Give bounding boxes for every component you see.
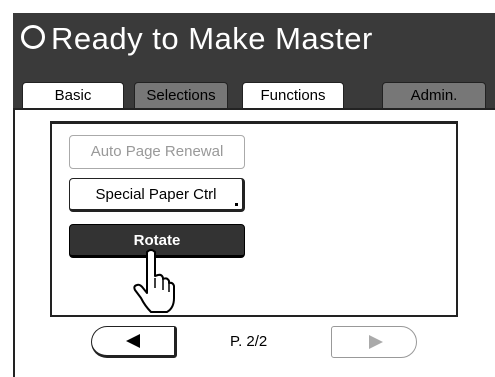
pointing-hand-icon [133,249,175,313]
arrow-right-icon [369,335,383,349]
arrow-left-icon [126,334,140,348]
prev-page-button[interactable] [91,326,177,358]
content-left-border [13,108,15,377]
tab-functions[interactable]: Functions [242,82,344,108]
page-title: Ready to Make Master [51,21,373,56]
functions-panel: Auto Page Renewal Special Paper Ctrl Rot… [50,121,458,317]
tab-admin[interactable]: Admin. [382,82,486,108]
tab-basic[interactable]: Basic [22,82,124,108]
special-paper-ctrl-label: Special Paper Ctrl [95,186,217,203]
circle-icon [21,25,45,49]
submenu-indicator-icon [235,203,238,206]
page-indicator: P. 2/2 [230,333,268,350]
auto-page-renewal-button[interactable]: Auto Page Renewal [69,135,245,169]
special-paper-ctrl-button[interactable]: Special Paper Ctrl [69,178,245,212]
tab-divider [13,108,495,110]
tab-selections[interactable]: Selections [134,82,228,108]
next-page-button[interactable] [331,326,417,358]
